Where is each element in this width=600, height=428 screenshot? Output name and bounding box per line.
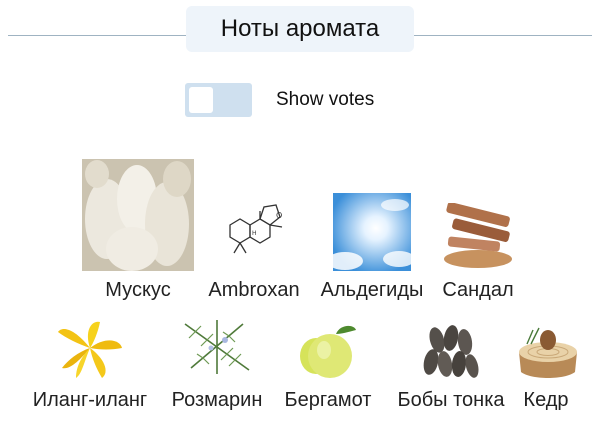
note-label: Мускус [105, 279, 171, 301]
tonka-beans-image [423, 325, 479, 378]
note-label: Бергамот [284, 389, 372, 411]
note-label: Ambroxan [208, 279, 300, 301]
page-title: Ноты аромата [186, 6, 414, 52]
note-label: Бобы тонка [397, 389, 505, 411]
svg-text:O: O [276, 211, 282, 220]
note-label: Розмарин [171, 389, 263, 411]
musk-image [82, 159, 194, 271]
note-label: Сандал [442, 279, 514, 301]
note-label: Кедр [523, 389, 569, 411]
sandalwood-image [444, 203, 512, 268]
aldehydes-sky-image [333, 193, 411, 271]
ylang-ylang-flower-image [58, 321, 122, 378]
note-label: Альдегиды [320, 279, 424, 301]
show-votes-label: Show votes [276, 89, 375, 110]
page-title-text: Ноты аромата [220, 15, 380, 42]
ambroxan-molecule-image: O H [229, 204, 282, 254]
note-label: Иланг-иланг [32, 389, 148, 411]
show-votes-toggle[interactable] [185, 83, 252, 117]
svg-text:H: H [252, 230, 257, 237]
header-rule-right [414, 35, 592, 36]
toggle-knob [189, 87, 213, 113]
bergamot-image [300, 325, 356, 378]
cedar-image [519, 327, 577, 378]
rosemary-image [184, 320, 250, 374]
header-rule-left [8, 35, 186, 36]
